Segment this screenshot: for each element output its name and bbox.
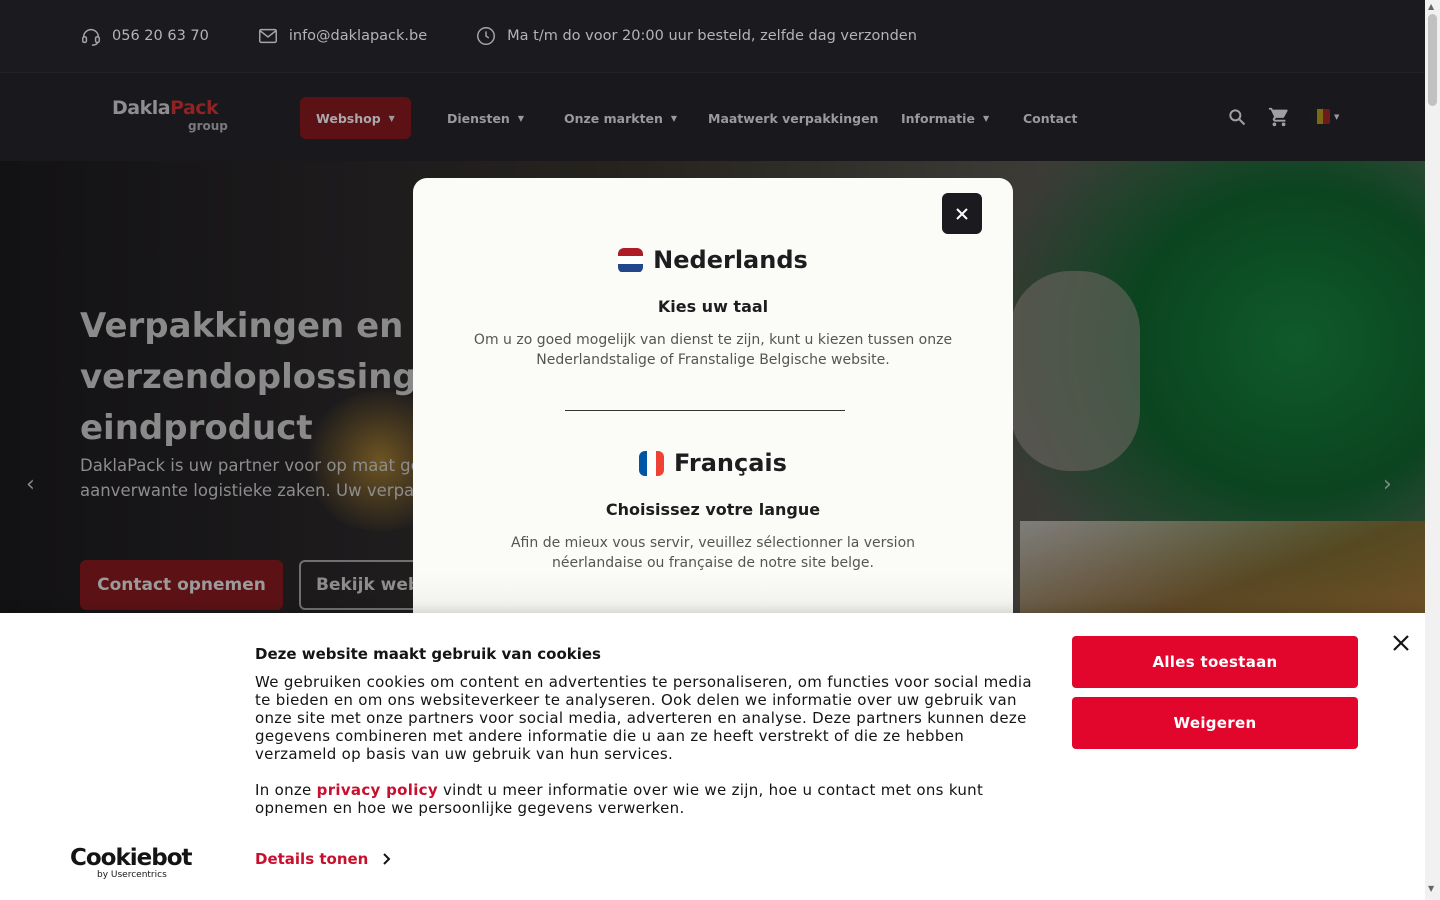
- france-flag-icon: [639, 450, 665, 476]
- phone-item[interactable]: 056 20 63 70: [80, 25, 209, 47]
- hours-item: Ma t/m do voor 20:00 uur besteld, zelfde…: [475, 25, 917, 47]
- logo-accent: Pack: [170, 97, 219, 119]
- language-modal: Nederlands Kies uw taal Om u zo goed mog…: [413, 178, 1013, 613]
- cookie-body: We gebruiken cookies om content en adver…: [255, 673, 1032, 763]
- hero-bg-hand: [1010, 271, 1140, 471]
- scroll-down-icon[interactable]: ▼: [1428, 884, 1434, 893]
- cookie-banner: Cookiebot by Usercentrics Deze website m…: [0, 613, 1425, 900]
- email-address[interactable]: info@daklapack.be: [289, 28, 427, 44]
- details-label: Details tonen: [255, 850, 369, 868]
- nav-informatie-label: Informatie: [901, 110, 975, 126]
- cookie-title: Deze website maakt gebruik van cookies: [255, 645, 601, 663]
- nav-webshop[interactable]: Webshop ▼: [300, 97, 411, 139]
- nav-diensten[interactable]: Diensten ▼: [447, 97, 524, 139]
- close-icon: [956, 207, 968, 220]
- nav-diensten-label: Diensten: [447, 110, 510, 126]
- logo-main: Dakla: [112, 97, 171, 119]
- slider-next-icon[interactable]: ›: [1383, 472, 1392, 497]
- belgium-flag-icon: [1310, 109, 1330, 124]
- caret-down-icon: ▼: [388, 113, 395, 123]
- chevron-right-icon: [383, 853, 391, 865]
- lang-fr-subtitle: Choisissez votre langue: [605, 500, 821, 519]
- lang-option-nl[interactable]: Nederlands: [413, 246, 1013, 274]
- cookiebot-logo[interactable]: Cookiebot by Usercentrics: [70, 845, 193, 880]
- language-selector[interactable]: ▼: [1310, 109, 1339, 124]
- caret-down-icon: ▼: [517, 113, 524, 123]
- lang-nl-title: Nederlands: [653, 246, 808, 274]
- logo-sub: group: [188, 119, 228, 133]
- allow-all-button[interactable]: Alles toestaan: [1072, 636, 1358, 688]
- cookiebot-brand-sub: by Usercentrics: [97, 870, 167, 880]
- nav-contact[interactable]: Contact: [1023, 97, 1077, 139]
- privacy-policy-link[interactable]: privacy policy: [317, 781, 438, 799]
- scroll-up-icon[interactable]: ▲: [1428, 2, 1434, 11]
- phone-number[interactable]: 056 20 63 70: [112, 28, 209, 44]
- lang-fr-description: Afin de mieux vous servir, veuillez séle…: [510, 535, 916, 571]
- nav-onze-markten[interactable]: Onze markten ▼: [564, 97, 677, 139]
- nav-informatie[interactable]: Informatie ▼: [901, 97, 989, 139]
- caret-down-icon: ▼: [982, 113, 990, 123]
- deny-button[interactable]: Weigeren: [1072, 697, 1358, 749]
- clock-icon: [477, 27, 496, 45]
- nav-maatwerk-label: Maatwerk verpakkingen: [708, 110, 879, 126]
- privacy-prefix: In onze: [255, 781, 317, 799]
- email-item[interactable]: info@daklapack.be: [257, 25, 427, 47]
- lang-fr-title: Français: [674, 449, 787, 477]
- caret-down-icon: ▼: [1334, 112, 1340, 121]
- details-toggle[interactable]: Details tonen: [255, 850, 391, 868]
- page-scrollbar[interactable]: ▲ ▼: [1425, 0, 1440, 900]
- search-icon[interactable]: [1227, 107, 1247, 127]
- top-info-bar: 056 20 63 70 info@daklapack.be Ma t/m do…: [0, 0, 1425, 72]
- hero-bg-box: [1020, 521, 1425, 613]
- mail-icon: [258, 28, 277, 44]
- cart-icon[interactable]: [1268, 106, 1290, 128]
- lang-nl-subtitle: Kies uw taal: [657, 297, 769, 316]
- scrollbar-thumb[interactable]: [1428, 14, 1437, 106]
- caret-down-icon: ▼: [670, 113, 678, 123]
- modal-close-button[interactable]: [942, 193, 982, 234]
- modal-fade: [413, 573, 1013, 613]
- close-icon[interactable]: [1392, 634, 1410, 652]
- main-navigation: DaklaPack group Webshop ▼ Diensten ▼ Onz…: [0, 72, 1425, 161]
- headset-icon: [82, 28, 100, 46]
- modal-divider: [565, 410, 845, 411]
- lang-option-fr[interactable]: Français: [413, 449, 1013, 477]
- nav-webshop-label: Webshop: [316, 110, 381, 126]
- nav-onze-markten-label: Onze markten: [564, 110, 663, 126]
- nav-maatwerk[interactable]: Maatwerk verpakkingen: [708, 97, 878, 139]
- cookie-privacy-text: In onze privacy policy vindt u meer info…: [255, 781, 1045, 817]
- cookiebot-brand: Cookiebot: [70, 845, 193, 871]
- contact-button[interactable]: Contact opnemen: [80, 560, 283, 610]
- lang-nl-description: Om u zo goed mogelijk van dienst te zijn…: [473, 332, 953, 368]
- daklapack-logo[interactable]: DaklaPack group: [112, 97, 232, 137]
- slider-prev-icon[interactable]: ‹: [26, 472, 35, 497]
- hours-text: Ma t/m do voor 20:00 uur besteld, zelfde…: [507, 28, 917, 44]
- nav-contact-label: Contact: [1023, 110, 1078, 126]
- netherlands-flag-icon: [618, 247, 644, 273]
